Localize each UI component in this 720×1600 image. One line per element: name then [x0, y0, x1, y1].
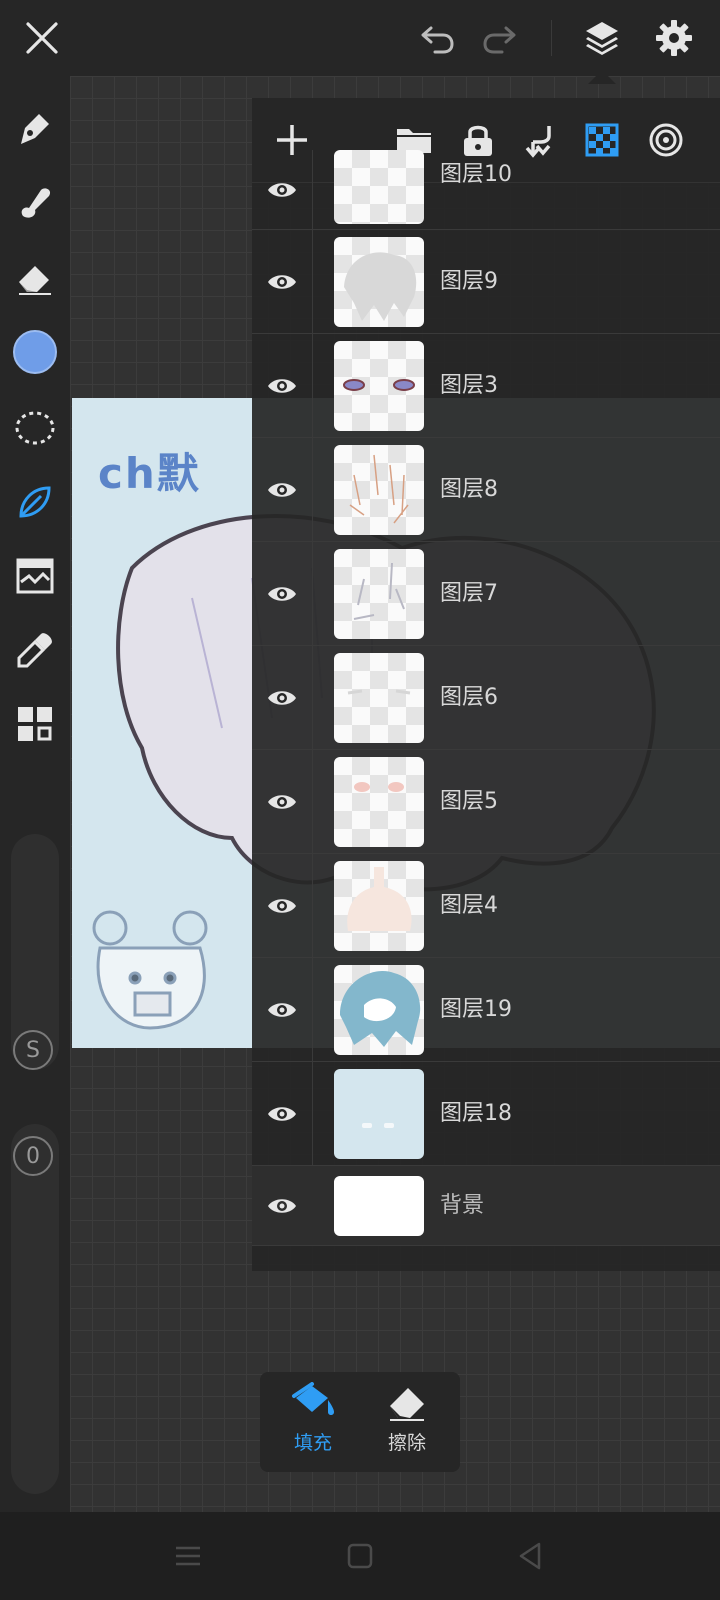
- pen-icon[interactable]: [9, 102, 61, 154]
- layer-name: 图层18: [440, 1101, 512, 1126]
- layer-row[interactable]: 图层18: [252, 1062, 720, 1166]
- lasso-select-icon[interactable]: [9, 402, 61, 454]
- erase-label: 擦除: [387, 1432, 426, 1454]
- eye-icon[interactable]: [252, 750, 313, 854]
- layer-thumbnail: [334, 861, 424, 951]
- undo-icon[interactable]: [411, 12, 463, 64]
- layer-thumbnail: [334, 549, 424, 639]
- top-bar: [0, 0, 720, 76]
- layer-row[interactable]: 图层8: [252, 438, 720, 542]
- fill-erase-popup: 填充 擦除: [260, 1372, 460, 1472]
- current-color-circle: [13, 330, 57, 374]
- opacity-slider-label: 0: [26, 1143, 40, 1169]
- layer-thumbnail: [334, 653, 424, 743]
- smudge-icon[interactable]: [9, 176, 61, 228]
- paint-bucket-icon: [292, 1382, 334, 1415]
- layer-thumbnail: [334, 757, 424, 847]
- layer-row[interactable]: 图层9: [252, 230, 720, 334]
- layer-name: 图层9: [440, 269, 498, 294]
- system-nav-bar: [0, 1512, 720, 1600]
- layer-thumbnail: [334, 150, 424, 224]
- layer-name: 图层6: [440, 685, 498, 710]
- layer-name: 图层3: [440, 373, 498, 398]
- eye-icon[interactable]: [252, 958, 313, 1062]
- eye-icon[interactable]: [252, 646, 313, 750]
- layer-name: 图层19: [440, 997, 512, 1022]
- layers-panel: 图层10 图层9 图层3 图层8 图层7 图层6 图层5 图层4 图层19 图层…: [252, 98, 720, 1271]
- eye-icon[interactable]: [252, 438, 313, 542]
- eye-icon[interactable]: [252, 334, 313, 438]
- home-icon[interactable]: [336, 1532, 384, 1580]
- layer-thumbnail: [334, 1069, 424, 1159]
- layer-name: 图层4: [440, 893, 498, 918]
- layer-name: 图层8: [440, 477, 498, 502]
- layer-thumbnail: [334, 1176, 424, 1236]
- redo-icon[interactable]: [474, 12, 526, 64]
- adjust-icon[interactable]: [9, 550, 61, 602]
- eye-icon[interactable]: [252, 542, 313, 646]
- size-slider-label: S: [26, 1037, 40, 1063]
- layer-row[interactable]: 图层4: [252, 854, 720, 958]
- grid-icon[interactable]: [9, 698, 61, 750]
- eye-icon[interactable]: [252, 230, 313, 334]
- layer-name: 图层7: [440, 581, 498, 606]
- eyedropper-icon[interactable]: [9, 624, 61, 676]
- layer-row[interactable]: 图层6: [252, 646, 720, 750]
- layer-name: 图层5: [440, 789, 498, 814]
- layer-row-background[interactable]: 背景: [252, 1166, 720, 1246]
- topbar-divider: [551, 20, 552, 56]
- layer-row[interactable]: 图层3: [252, 334, 720, 438]
- layers-icon[interactable]: [576, 12, 628, 64]
- menu-icon[interactable]: [164, 1532, 212, 1580]
- layer-name: 图层10: [440, 162, 512, 187]
- back-icon[interactable]: [506, 1532, 554, 1580]
- layer-thumbnail: [334, 445, 424, 535]
- erase-fill-button[interactable]: 擦除: [362, 1382, 452, 1464]
- layers-popover-pointer: [588, 70, 616, 84]
- eye-icon[interactable]: [252, 1166, 312, 1246]
- layer-thumbnail: [334, 237, 424, 327]
- opacity-slider-knob[interactable]: 0: [13, 1136, 53, 1176]
- size-slider-knob[interactable]: S: [13, 1030, 53, 1070]
- layer-thumbnail: [334, 965, 424, 1055]
- eraser-icon: [390, 1388, 424, 1421]
- layer-thumbnail: [334, 341, 424, 431]
- layer-row[interactable]: 图层7: [252, 542, 720, 646]
- layer-row[interactable]: 图层10: [252, 150, 720, 230]
- fill-label: 填充: [293, 1432, 332, 1454]
- eye-icon[interactable]: [252, 150, 313, 230]
- eye-icon[interactable]: [252, 854, 313, 958]
- eye-icon[interactable]: [252, 1062, 313, 1166]
- left-toolbar: S 0: [0, 76, 70, 1512]
- layer-name: 背景: [440, 1193, 485, 1218]
- color-swatch[interactable]: [9, 326, 61, 378]
- fill-button[interactable]: 填充: [268, 1382, 358, 1464]
- leaf-brush-icon[interactable]: [9, 476, 61, 528]
- settings-icon[interactable]: [648, 12, 700, 64]
- opacity-slider[interactable]: [11, 1124, 59, 1494]
- layer-row[interactable]: 图层19: [252, 958, 720, 1062]
- eraser-icon[interactable]: [9, 252, 61, 304]
- layer-row[interactable]: 图层5: [252, 750, 720, 854]
- close-icon[interactable]: [16, 12, 68, 64]
